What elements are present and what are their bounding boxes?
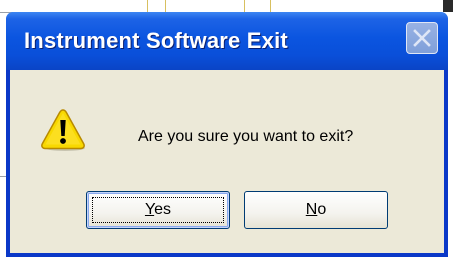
no-accelerator: N [305, 201, 318, 218]
background-line [147, 0, 148, 12]
background-corner [443, 0, 453, 12]
screen: Instrument Software Exit Are you sure yo… [0, 0, 453, 260]
background-line [244, 0, 245, 12]
background-line [165, 0, 166, 12]
exit-dialog: Instrument Software Exit Are you sure yo… [6, 12, 448, 257]
dialog-message: Are you sure you want to exit? [138, 128, 354, 145]
focus-rectangle [92, 197, 224, 223]
close-button[interactable] [406, 22, 438, 54]
no-label-rest: o [317, 201, 327, 218]
dialog-titlebar[interactable]: Instrument Software Exit [6, 12, 448, 70]
dialog-client-area: Are you sure you want to exit? Yes No [10, 70, 444, 253]
background-line [270, 0, 271, 12]
close-icon [413, 29, 431, 47]
yes-button[interactable]: Yes [86, 191, 230, 229]
warning-icon [41, 109, 85, 151]
no-button[interactable]: No [244, 191, 388, 229]
dialog-title: Instrument Software Exit [24, 28, 288, 53]
